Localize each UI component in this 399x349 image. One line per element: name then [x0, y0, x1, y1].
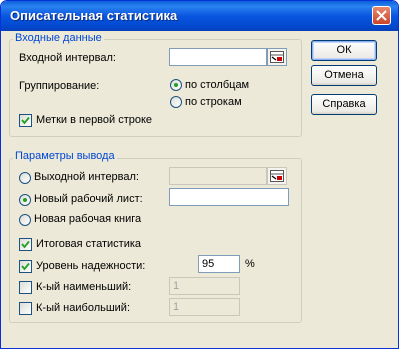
- input-range-label: Входной интервал:: [19, 52, 116, 64]
- checkmark-icon: [21, 116, 30, 125]
- input-range-field[interactable]: [169, 48, 267, 66]
- input-group-legend: Входные данные: [13, 32, 104, 44]
- output-range-radio[interactable]: [19, 172, 31, 184]
- range-select-icon: [270, 51, 284, 63]
- grouping-label: Группирование:: [19, 80, 100, 92]
- new-workbook-radio[interactable]: [19, 214, 31, 226]
- output-group-legend: Параметры вывода: [13, 150, 117, 162]
- new-sheet-field[interactable]: [169, 188, 289, 206]
- kth-smallest-checkbox[interactable]: [19, 281, 32, 294]
- help-button[interactable]: Справка: [311, 94, 377, 115]
- by-columns-radio[interactable]: [170, 79, 182, 91]
- descriptive-statistics-dialog: Описательная статистика Входные данные В…: [0, 0, 399, 349]
- checkmark-icon: [21, 240, 30, 249]
- dialog-title: Описательная статистика: [10, 8, 178, 23]
- cancel-button[interactable]: Отмена: [311, 65, 377, 86]
- confidence-level-label[interactable]: Уровень надежности:: [36, 260, 145, 272]
- summary-stats-checkbox[interactable]: [19, 238, 32, 251]
- new-sheet-label[interactable]: Новый рабочий лист:: [34, 193, 143, 205]
- input-range-collapse-button[interactable]: [267, 48, 287, 66]
- new-workbook-label[interactable]: Новая рабочая книга: [34, 213, 141, 225]
- close-icon: [376, 10, 387, 21]
- percent-unit: %: [245, 258, 255, 270]
- close-button[interactable]: [372, 6, 391, 25]
- checkmark-icon: [21, 262, 30, 271]
- output-range-field[interactable]: [169, 167, 267, 185]
- by-rows-radio[interactable]: [170, 96, 182, 108]
- output-range-label[interactable]: Выходной интервал:: [34, 171, 139, 183]
- kth-smallest-field[interactable]: 1: [169, 277, 240, 295]
- title-bar[interactable]: Описательная статистика: [1, 1, 398, 31]
- kth-largest-label[interactable]: К-ый наибольший:: [36, 302, 130, 314]
- confidence-level-checkbox[interactable]: [19, 260, 32, 273]
- new-sheet-radio[interactable]: [19, 194, 31, 206]
- by-rows-label[interactable]: по строкам: [185, 96, 242, 108]
- confidence-level-field[interactable]: 95: [198, 255, 240, 273]
- labels-first-row-checkbox[interactable]: [19, 114, 32, 127]
- by-columns-label[interactable]: по столбцам: [185, 79, 249, 91]
- range-select-icon: [270, 170, 284, 182]
- kth-largest-checkbox[interactable]: [19, 302, 32, 315]
- kth-smallest-label[interactable]: К-ый наименьший:: [36, 281, 131, 293]
- kth-largest-field[interactable]: 1: [169, 298, 240, 316]
- output-range-collapse-button[interactable]: [267, 167, 287, 185]
- labels-first-row-label[interactable]: Метки в первой строке: [36, 114, 152, 126]
- summary-stats-label[interactable]: Итоговая статистика: [36, 238, 141, 250]
- ok-button[interactable]: ОК: [311, 40, 377, 61]
